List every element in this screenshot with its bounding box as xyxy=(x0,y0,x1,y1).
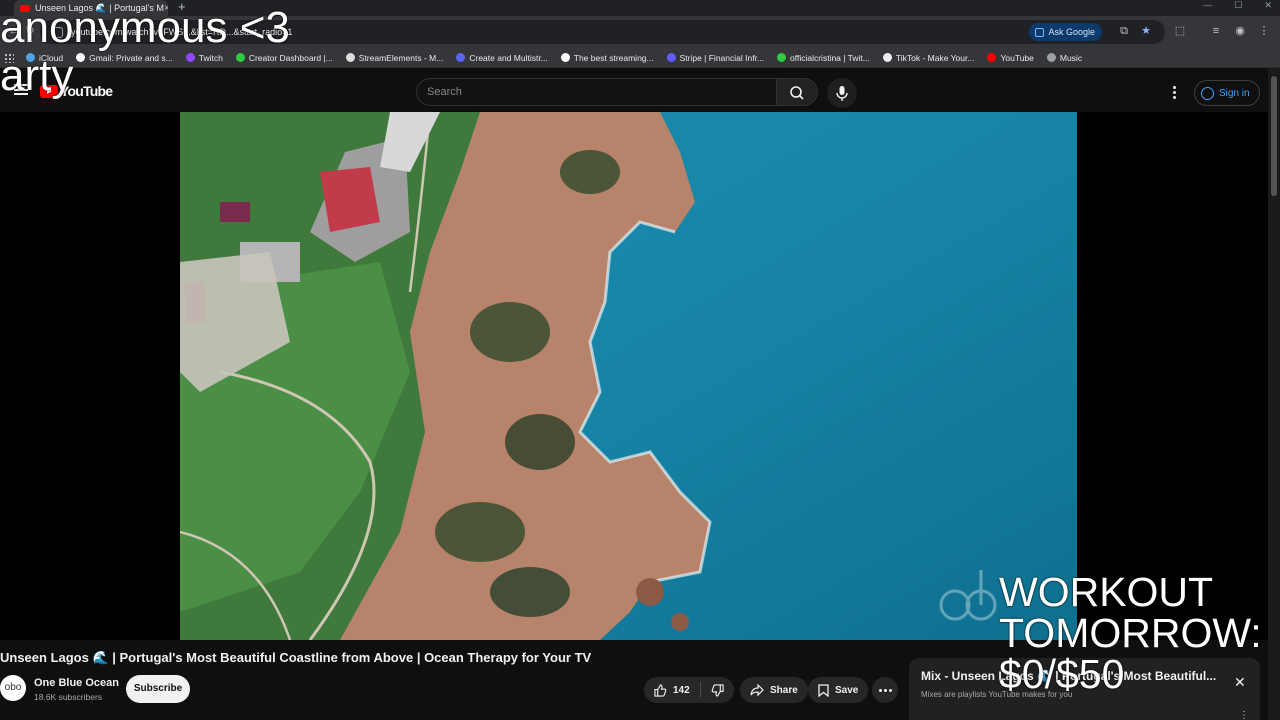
like-count: 142 xyxy=(673,684,690,696)
more-actions-wrap xyxy=(872,677,898,703)
settings-kebab-icon[interactable] xyxy=(1168,86,1180,100)
bookmark-item[interactable]: Create and Multistr... xyxy=(456,52,548,63)
subscriber-count: 18.6K subscribers xyxy=(34,692,103,702)
page-scrollbar[interactable] xyxy=(1268,68,1280,720)
bookmark-label: Create and Multistr... xyxy=(469,52,548,63)
stream-overlay-goal: WORKOUT TOMORROW: $0/$50 xyxy=(999,572,1262,695)
bookmark-favicon-icon xyxy=(666,53,676,62)
share-button[interactable]: Share xyxy=(740,677,808,703)
bookmark-item[interactable]: The best streaming... xyxy=(560,52,654,63)
video-title: Unseen Lagos 🌊 | Portugal's Most Beautif… xyxy=(0,650,592,665)
save-button-wrap: Save xyxy=(808,677,869,703)
maximize-icon[interactable]: ☐ xyxy=(1234,0,1242,11)
bookmark-label: Stripe | Financial Infr... xyxy=(679,52,765,63)
profile-icon[interactable]: ◉ xyxy=(1234,25,1246,37)
window-close-icon[interactable]: ✕ xyxy=(1264,0,1272,11)
bookmark-item[interactable]: TikTok - Make Your... xyxy=(882,52,975,63)
share-label: Share xyxy=(770,684,798,696)
like-button[interactable]: 142 xyxy=(644,677,700,703)
bookmark-favicon-icon xyxy=(456,53,466,62)
ask-google-label: Ask Google xyxy=(1048,27,1095,37)
bookmark-item[interactable]: YouTube xyxy=(987,52,1034,63)
bookmark-icon xyxy=(818,683,829,697)
microphone-icon xyxy=(836,86,848,101)
account-circle-icon xyxy=(1201,86,1214,100)
overlay-line-2: arty xyxy=(0,51,74,100)
scrollbar-thumb[interactable] xyxy=(1271,76,1277,196)
bookmark-favicon-icon xyxy=(560,53,570,62)
bookmark-item[interactable]: Stripe | Financial Infr... xyxy=(666,52,765,63)
goal-line-1: WORKOUT xyxy=(999,569,1214,615)
bookmark-item[interactable]: officialcristina | Twit... xyxy=(777,53,870,63)
bookmark-label: StreamElements - M... xyxy=(358,52,444,63)
bookmark-item[interactable]: Music xyxy=(1046,52,1083,63)
channel-name[interactable]: One Blue Ocean xyxy=(34,677,119,689)
like-dislike-group: 142 xyxy=(644,677,734,703)
screen: Unseen Lagos 🌊 | Portugal's M × + — ☐ ✕ … xyxy=(0,0,1280,720)
video-player[interactable] xyxy=(0,112,1268,640)
thumbs-down-icon xyxy=(711,683,724,697)
save-button[interactable]: Save xyxy=(808,677,869,703)
share-arrow-icon xyxy=(750,684,764,696)
ask-google-button[interactable]: Ask Google xyxy=(1029,23,1102,41)
bookmark-favicon-icon xyxy=(345,53,355,62)
bookmark-label: YouTube xyxy=(1000,52,1034,63)
bookmark-item[interactable]: StreamElements - M... xyxy=(345,52,444,63)
share-button-wrap: Share xyxy=(740,677,808,703)
google-lens-icon xyxy=(1035,27,1045,37)
save-label: Save xyxy=(835,684,859,696)
dislike-button[interactable] xyxy=(701,677,734,703)
bookmark-favicon-icon xyxy=(987,53,997,62)
search-input[interactable]: Search xyxy=(416,78,776,106)
extensions-icon[interactable]: ⬚ xyxy=(1174,25,1186,37)
thumbs-up-icon xyxy=(654,683,667,697)
sign-in-label: Sign in xyxy=(1219,87,1250,99)
stream-overlay-recent-event: anonymous <3 arty xyxy=(0,4,290,100)
bookmark-label: Music xyxy=(1059,52,1083,63)
channel-watermark-logo xyxy=(939,570,997,621)
bookmark-label: The best streaming... xyxy=(573,52,654,63)
more-actions-icon[interactable] xyxy=(872,677,898,703)
bookmark-label: TikTok - Make Your... xyxy=(895,52,975,63)
overlay-line-1: anonymous <3 xyxy=(0,3,290,52)
channel-avatar[interactable]: obo xyxy=(0,675,26,701)
sign-in-button[interactable]: Sign in xyxy=(1194,80,1260,106)
voice-search-button[interactable] xyxy=(827,78,857,108)
goal-line-3: $0/$50 xyxy=(999,651,1125,697)
search-button[interactable] xyxy=(776,78,818,106)
subscribe-button[interactable]: Subscribe xyxy=(126,675,190,703)
media-controls-icon[interactable]: ≡ xyxy=(1210,25,1222,37)
goal-line-2: TOMORROW: xyxy=(999,610,1262,656)
mix-menu-icon[interactable]: ⋮ xyxy=(1239,710,1249,720)
bookmark-label: officialcristina | Twit... xyxy=(790,52,870,63)
bookmark-favicon-icon xyxy=(777,53,787,62)
folder-icon xyxy=(1046,53,1056,62)
minimize-icon[interactable]: — xyxy=(1203,0,1212,11)
search-icon xyxy=(790,86,804,100)
chrome-menu-icon[interactable]: ⋮ xyxy=(1258,25,1270,37)
window-controls: — ☐ ✕ xyxy=(1203,0,1272,11)
cast-icon[interactable]: ⧉ xyxy=(1118,25,1130,37)
bookmark-favicon-icon xyxy=(882,53,892,62)
bookmark-star-icon[interactable]: ★ xyxy=(1140,25,1152,37)
